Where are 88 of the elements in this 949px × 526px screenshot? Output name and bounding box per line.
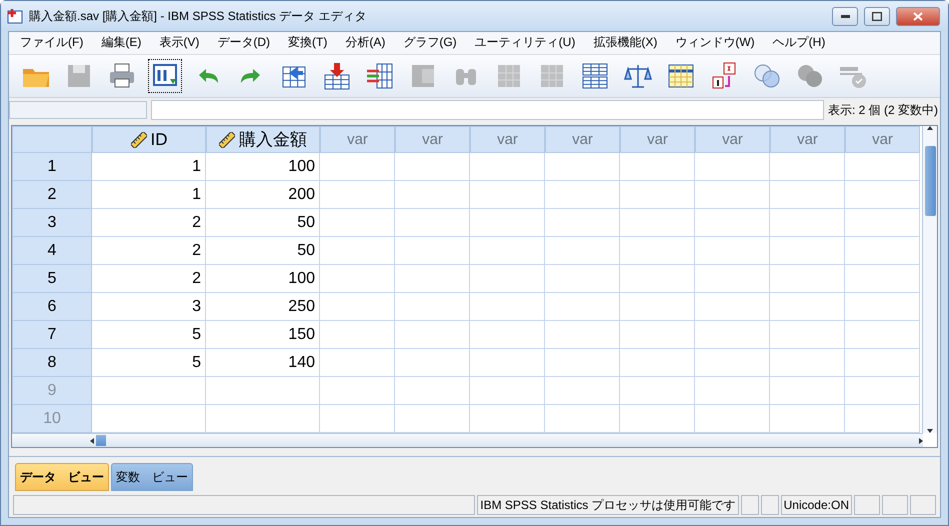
variable-count: 表示: 2 個 (2 変数中) [828, 102, 939, 119]
column-header[interactable]: var [545, 126, 620, 154]
column-header[interactable]: ID [92, 126, 206, 154]
column-name: var [722, 131, 743, 148]
minimize-button[interactable] [832, 6, 858, 26]
window-title: 購入金額.sav [購入金額] - IBM SPSS Statistics データ エディタ [29, 8, 368, 24]
column-name: var [572, 131, 593, 148]
menu-item[interactable]: 分析(A) [336, 34, 394, 52]
column-header[interactable]: var [845, 126, 920, 154]
app-icon [7, 8, 23, 24]
column-name: var [647, 131, 668, 148]
column-header[interactable]: var [395, 126, 470, 154]
scroll-right-icon [919, 438, 923, 444]
menu-item[interactable]: 編集(E) [92, 34, 150, 52]
menu-item[interactable]: 拡張機能(X) [584, 34, 666, 52]
scroll-thumb[interactable] [96, 435, 106, 446]
table-cell: 2 [92, 265, 206, 294]
column-name: 購入金額 [239, 129, 307, 152]
column-header[interactable]: var [770, 126, 845, 154]
table-cell: 5 [92, 321, 206, 350]
status-panel [760, 495, 779, 515]
menu-item[interactable]: 変換(T) [279, 34, 336, 52]
menu-item[interactable]: ユーティリティ(U) [466, 34, 584, 52]
scroll-down-icon [927, 429, 933, 434]
view-tab[interactable]: データ ビュー [15, 463, 109, 492]
toolbar-button[interactable] [148, 58, 182, 93]
column-name: var [797, 131, 818, 148]
processor-status: IBM SPSS Statistics プロセッサは使用可能です [477, 495, 739, 515]
table-cell: 50 [206, 209, 320, 238]
cell-name-field[interactable] [9, 101, 147, 120]
table-cell: 250 [206, 293, 320, 322]
column-header[interactable]: var [470, 126, 545, 154]
row-number[interactable]: 1 [12, 153, 92, 182]
close-button[interactable] [896, 6, 940, 26]
status-panel [740, 495, 759, 515]
row-number[interactable]: 7 [12, 321, 92, 350]
table-cell: 1 [92, 153, 206, 182]
menu-item[interactable]: ヘルプ(H) [764, 34, 834, 52]
vertical-scrollbar[interactable] [922, 126, 937, 434]
row-number[interactable]: 5 [12, 265, 92, 294]
table-cell: 3 [92, 293, 206, 322]
status-panel [882, 495, 908, 515]
row-number[interactable]: 3 [12, 209, 92, 238]
row-number[interactable]: 8 [12, 349, 92, 378]
row-number[interactable]: 2 [12, 181, 92, 210]
row-number[interactable]: 4 [12, 237, 92, 266]
column-name: var [422, 131, 443, 148]
close-icon [913, 12, 923, 20]
menu-item[interactable]: データ(D) [208, 34, 279, 52]
table-cell: 2 [92, 209, 206, 238]
column-header[interactable]: var [320, 126, 395, 154]
column-name: var [347, 131, 368, 148]
table-cell: 150 [206, 321, 320, 350]
unicode-status: Unicode:ON [780, 495, 852, 515]
table-cell: 5 [92, 349, 206, 378]
menu-item[interactable]: ファイル(F) [11, 34, 92, 52]
menu-item[interactable]: ウィンドウ(W) [666, 34, 764, 52]
scroll-left-icon [90, 438, 94, 444]
table-cell: 50 [206, 237, 320, 266]
column-header[interactable]: var [620, 126, 695, 154]
table-cell: 100 [206, 265, 320, 294]
column-name: ID [150, 130, 168, 150]
minimize-icon [840, 14, 850, 18]
row-number[interactable]: 6 [12, 293, 92, 322]
table-arrow-icon [322, 60, 352, 91]
menu-item[interactable]: グラフ(G) [394, 34, 466, 52]
column-header[interactable]: 購入金額 [206, 126, 320, 154]
cell-value-field[interactable] [151, 100, 824, 120]
table-cell: 100 [206, 153, 320, 182]
scroll-up-icon [927, 126, 933, 130]
split-table-icon [580, 60, 610, 91]
horizontal-scrollbar[interactable] [12, 433, 923, 448]
table-cell: 200 [206, 181, 320, 210]
ruler-icon [219, 132, 235, 148]
column-name: var [497, 131, 518, 148]
view-tab[interactable]: 変数 ビュー [111, 463, 193, 492]
status-panel [854, 495, 880, 515]
scroll-thumb[interactable] [924, 146, 936, 216]
table-cell: 1 [92, 181, 206, 210]
menu-item[interactable]: 表示(V) [150, 34, 208, 52]
maximize-button[interactable] [864, 6, 890, 26]
column-name: var [872, 131, 893, 148]
maximize-icon [872, 12, 882, 20]
table-cell: 140 [206, 349, 320, 378]
column-header[interactable]: var [695, 126, 770, 154]
status-panel [910, 495, 936, 515]
variable-list-icon [365, 60, 395, 91]
table-cell: 2 [92, 237, 206, 266]
